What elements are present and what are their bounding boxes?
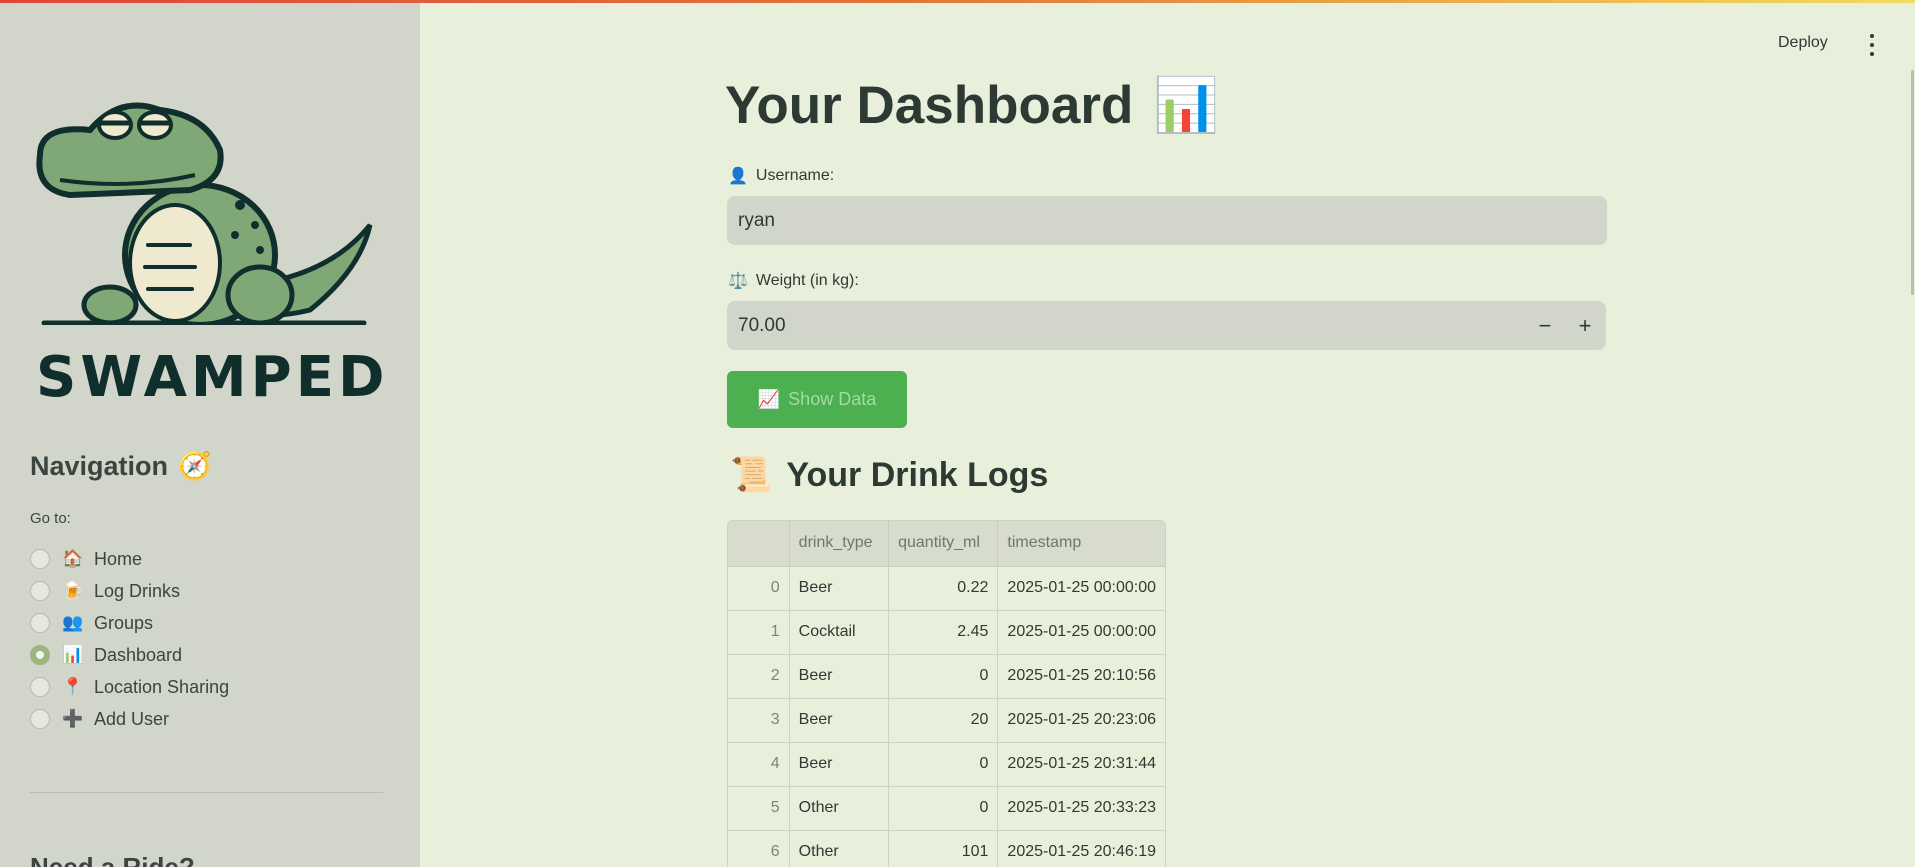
cell-timestamp[interactable]: 2025-01-25 20:31:44	[997, 742, 1165, 787]
cell-quantity[interactable]: 0	[888, 742, 999, 787]
nav-item-label: Location Sharing	[94, 676, 230, 697]
compass-icon: 🧭	[178, 451, 212, 481]
column-header-timestamp[interactable]: timestamp	[997, 521, 1165, 567]
nav-item-label: Home	[94, 548, 143, 569]
username-input[interactable]: ryan	[727, 196, 1607, 245]
decrement-button[interactable]: −	[1530, 311, 1560, 341]
navigation-title-text: Navigation	[30, 450, 169, 481]
people-icon: 👥	[62, 613, 84, 632]
table-row[interactable]: 4 Beer 0 2025-01-25 20:31:44	[728, 742, 1165, 787]
table-row[interactable]: 5 Other 0 2025-01-25 20:33:23	[728, 786, 1165, 831]
logo-text: SWAMPED	[36, 345, 389, 410]
cell-quantity[interactable]: 0.22	[888, 566, 999, 611]
cell-quantity[interactable]: 0	[888, 786, 999, 831]
cell-drink-type[interactable]: Beer	[789, 566, 890, 611]
username-label: 👤 Username:	[728, 166, 834, 186]
nav-item-label: Dashboard	[94, 644, 183, 665]
radio-button[interactable]	[30, 581, 50, 601]
increment-button[interactable]: +	[1570, 311, 1600, 341]
row-index: 3	[728, 698, 790, 743]
nav-item-add-user[interactable]: ➕ Add User	[30, 703, 229, 735]
weight-number-input[interactable]: 70.00	[727, 301, 1606, 350]
cell-drink-type[interactable]: Beer	[789, 742, 890, 787]
house-icon: 🏠	[62, 549, 84, 568]
scroll-icon: 📜	[730, 456, 773, 494]
cell-timestamp[interactable]: 2025-01-25 00:00:00	[997, 566, 1165, 611]
radio-button[interactable]	[30, 549, 50, 569]
nav-item-label: Add User	[94, 708, 170, 729]
more-options-icon[interactable]	[1864, 34, 1880, 56]
radio-button[interactable]	[30, 709, 50, 729]
table-header-row: drink_type quantity_ml timestamp	[728, 521, 1165, 567]
cell-timestamp[interactable]: 2025-01-25 20:10:56	[997, 654, 1165, 699]
column-header-quantity[interactable]: quantity_ml	[888, 521, 999, 567]
table-row[interactable]: 1 Cocktail 2.45 2025-01-25 00:00:00	[728, 610, 1165, 655]
radio-button[interactable]	[30, 613, 50, 633]
navigation-title: Navigation 🧭	[30, 450, 212, 482]
show-data-label: Show Data	[788, 389, 877, 409]
username-label-text: Username:	[755, 167, 835, 184]
nav-item-dashboard[interactable]: 📊 Dashboard	[30, 639, 229, 671]
cell-quantity[interactable]: 101	[888, 830, 999, 867]
page-scrollbar[interactable]	[1911, 70, 1914, 295]
navigation-radio-group: 🏠 Home 🍺 Log Drinks 👥 Groups 📊 Dashboard…	[30, 543, 229, 735]
table-row[interactable]: 3 Beer 20 2025-01-25 20:23:06	[728, 698, 1165, 743]
cell-quantity[interactable]: 20	[888, 698, 999, 743]
nav-item-groups[interactable]: 👥 Groups	[30, 607, 229, 639]
beer-mug-icon: 🍺	[62, 581, 84, 600]
cell-drink-type[interactable]: Other	[789, 786, 890, 831]
table-row[interactable]: 0 Beer 0.22 2025-01-25 00:00:00	[728, 566, 1165, 611]
need-a-ride-title: Need a Ride?	[30, 852, 195, 867]
bar-chart-icon: 📊	[62, 645, 84, 664]
sidebar-divider	[30, 792, 383, 793]
pin-icon: 📍	[62, 677, 84, 696]
table-row[interactable]: 6 Other 101 2025-01-25 20:46:19	[728, 830, 1165, 867]
column-header-drink-type[interactable]: drink_type	[789, 521, 890, 567]
cell-drink-type[interactable]: Beer	[789, 654, 890, 699]
user-icon: 👤	[728, 168, 748, 185]
top-decoration-stripe	[0, 0, 1915, 3]
scale-icon: ⚖️	[728, 273, 748, 290]
cell-timestamp[interactable]: 2025-01-25 00:00:00	[997, 610, 1165, 655]
row-index: 1	[728, 610, 790, 655]
table-row[interactable]: 2 Beer 0 2025-01-25 20:10:56	[728, 654, 1165, 699]
drink-logs-table[interactable]: drink_type quantity_ml timestamp 0 Beer …	[727, 520, 1166, 867]
cell-drink-type[interactable]: Beer	[789, 698, 890, 743]
cell-timestamp[interactable]: 2025-01-25 20:46:19	[997, 830, 1165, 867]
row-index: 6	[728, 830, 790, 867]
page-title: Your Dashboard 📊	[725, 74, 1219, 136]
chart-increasing-icon: 📈	[757, 389, 781, 409]
weight-label-text: Weight (in kg):	[755, 272, 859, 289]
row-index: 0	[728, 566, 790, 611]
column-header-index[interactable]	[728, 521, 790, 567]
weight-label: ⚖️ Weight (in kg):	[728, 271, 859, 291]
goto-label: Go to:	[30, 510, 71, 527]
nav-item-location-sharing[interactable]: 📍 Location Sharing	[30, 671, 229, 703]
drink-logs-title: 📜 Your Drink Logs	[730, 455, 1048, 495]
cell-drink-type[interactable]: Other	[789, 830, 890, 867]
drink-logs-title-text: Your Drink Logs	[786, 455, 1049, 494]
plus-icon: ➕	[62, 709, 84, 728]
row-index: 2	[728, 654, 790, 699]
row-index: 4	[728, 742, 790, 787]
cell-quantity[interactable]: 0	[888, 654, 999, 699]
cell-quantity[interactable]: 2.45	[888, 610, 999, 655]
show-data-button[interactable]: 📈 Show Data	[727, 371, 907, 428]
deploy-button[interactable]: Deploy	[1778, 34, 1828, 52]
nav-item-label: Log Drinks	[94, 580, 181, 601]
row-index: 5	[728, 786, 790, 831]
nav-item-label: Groups	[94, 612, 154, 633]
cell-timestamp[interactable]: 2025-01-25 20:23:06	[997, 698, 1165, 743]
sidebar: SWAMPED Navigation 🧭 Go to: 🏠 Home 🍺 Log…	[0, 0, 420, 867]
page-title-text: Your Dashboard	[725, 75, 1134, 135]
cell-timestamp[interactable]: 2025-01-25 20:33:23	[997, 786, 1165, 831]
nav-item-log-drinks[interactable]: 🍺 Log Drinks	[30, 575, 229, 607]
radio-button-selected[interactable]	[30, 645, 50, 665]
radio-button[interactable]	[30, 677, 50, 697]
bar-chart-icon: 📊	[1153, 76, 1220, 135]
cell-drink-type[interactable]: Cocktail	[789, 610, 890, 655]
nav-item-home[interactable]: 🏠 Home	[30, 543, 229, 575]
